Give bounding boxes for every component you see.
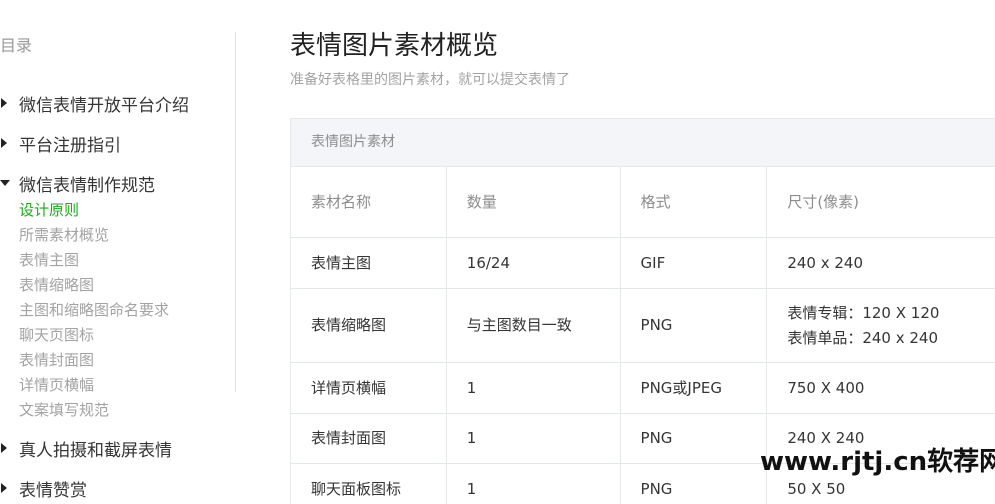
caret-right-icon — [1, 138, 7, 148]
cell-format: PNG — [621, 414, 768, 463]
toc-section-label: 微信表情开放平台介绍 — [19, 95, 189, 116]
cell-size-line: 50 X 50 — [787, 480, 846, 498]
toc-title: 目录 — [0, 36, 33, 55]
cell-format: PNG — [621, 464, 768, 504]
caret-right-icon — [1, 98, 7, 108]
cell-name: 表情主图 — [291, 238, 447, 288]
header-cell-size: 尺寸(像素) — [787, 192, 860, 211]
site-watermark: www.rjtj.cn软荐网 — [760, 447, 995, 477]
toc-section-registration-guide[interactable]: 平台注册指引 — [0, 131, 121, 156]
caret-right-icon — [1, 483, 7, 493]
toc-sub-detail-banner[interactable]: 详情页横幅 — [19, 374, 94, 396]
caret-down-icon — [0, 180, 10, 186]
cell-name: 表情缩略图 — [291, 289, 447, 362]
sidebar-toc: 目录 微信表情开放平台介绍 平台注册指引 微信表情制作规范 设计原则 所需素材概… — [0, 0, 236, 504]
header-cell-count: 数量 — [447, 167, 621, 237]
toc-section-sticker-tips[interactable]: 表情赞赏 — [0, 476, 87, 501]
toc-section-label: 平台注册指引 — [19, 135, 121, 156]
toc-sub-design-principles[interactable]: 设计原则 — [19, 199, 79, 221]
cell-count: 与主图数目一致 — [447, 289, 621, 362]
cell-size: 750 X 400 — [767, 363, 995, 413]
cell-name: 表情封面图 — [291, 414, 447, 463]
cell-size-line: 750 X 400 — [787, 378, 865, 397]
toc-sub-cover-image[interactable]: 表情封面图 — [19, 349, 94, 371]
toc-section-label: 表情赞赏 — [19, 480, 87, 501]
cell-format: PNG或JPEG — [621, 363, 768, 413]
toc-section-label: 真人拍摄和截屏表情 — [19, 440, 172, 461]
toc-sub-thumbnail[interactable]: 表情缩略图 — [19, 274, 94, 296]
cell-size-line: 表情单品：240 x 240 — [787, 328, 939, 347]
table-row: 表情缩略图 与主图数目一致 PNG 表情专辑：120 X 120 表情单品：24… — [291, 289, 995, 363]
toc-sub-chat-icon[interactable]: 聊天页图标 — [19, 324, 94, 346]
cell-count: 1 — [447, 363, 621, 413]
sidebar-divider — [235, 32, 236, 392]
page-title: 表情图片素材概览 — [290, 31, 499, 61]
toc-section-platform-intro[interactable]: 微信表情开放平台介绍 — [0, 91, 189, 116]
cell-format: PNG — [621, 289, 768, 362]
toc-section-live-capture[interactable]: 真人拍摄和截屏表情 — [0, 436, 172, 461]
toc-section-production-spec[interactable]: 微信表情制作规范 — [0, 171, 155, 196]
toc-section-label: 微信表情制作规范 — [19, 175, 155, 196]
toc-sub-naming-rules[interactable]: 主图和缩略图命名要求 — [19, 299, 169, 321]
toc-sub-materials-overview[interactable]: 所需素材概览 — [19, 224, 109, 246]
cell-format: GIF — [621, 238, 768, 288]
header-cell-name: 素材名称 — [291, 167, 447, 237]
cell-name: 聊天面板图标 — [291, 464, 447, 504]
cell-size-line: 表情专辑：120 X 120 — [787, 303, 940, 322]
caret-right-icon — [1, 443, 7, 453]
cell-name: 详情页横幅 — [291, 363, 447, 413]
header-cell-format: 格式 — [621, 167, 768, 237]
toc-sub-main-image[interactable]: 表情主图 — [19, 249, 79, 271]
table-caption: 表情图片素材 — [291, 119, 995, 167]
main-content: 表情图片素材概览 准备好表格里的图片素材，就可以提交表情了 表情图片素材 素材名… — [290, 0, 995, 504]
table-row: 详情页横幅 1 PNG或JPEG 750 X 400 — [291, 363, 995, 414]
cell-count: 1 — [447, 464, 621, 504]
cell-count: 1 — [447, 414, 621, 463]
table-header-row: 素材名称 数量 格式 尺寸(像素) — [291, 167, 995, 238]
cell-size: 240 x 240 — [767, 238, 995, 288]
page-subtitle: 准备好表格里的图片素材，就可以提交表情了 — [290, 72, 570, 88]
cell-count: 16/24 — [447, 238, 621, 288]
cell-size: 表情专辑：120 X 120 表情单品：240 x 240 — [767, 289, 995, 362]
table-row: 表情主图 16/24 GIF 240 x 240 — [291, 238, 995, 289]
toc-sub-copywriting-spec[interactable]: 文案填写规范 — [19, 399, 109, 421]
cell-size-line: 240 x 240 — [787, 253, 864, 272]
page: 目录 微信表情开放平台介绍 平台注册指引 微信表情制作规范 设计原则 所需素材概… — [0, 0, 995, 504]
